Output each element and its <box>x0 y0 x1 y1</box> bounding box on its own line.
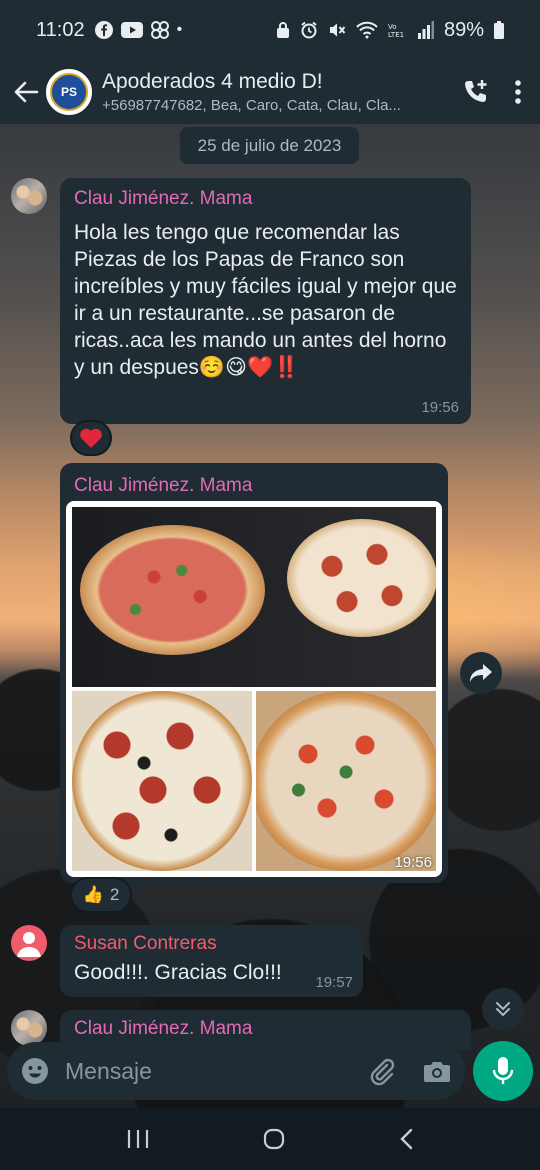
arrow-left-icon <box>14 81 39 103</box>
nav-back-button[interactable] <box>399 1128 413 1150</box>
signal-icon <box>417 21 434 39</box>
pizza-image <box>287 519 436 637</box>
photo-tomato-pizza[interactable] <box>256 691 436 871</box>
alarm-icon <box>301 21 317 39</box>
camera-icon <box>424 1062 450 1082</box>
lte-icon: VoLTE1 <box>388 23 404 39</box>
pizza-image <box>72 691 252 871</box>
back-button[interactable] <box>6 72 46 112</box>
chat-participants: +56987747682, Bea, Caro, Cata, Clau, Cla… <box>102 97 401 114</box>
chevron-left-icon <box>400 1128 413 1150</box>
message-text: Good!!!. Gracias Clo!!! <box>74 961 282 984</box>
message-input-bar <box>7 1042 465 1100</box>
double-chevron-down-icon <box>496 1002 510 1017</box>
attach-button[interactable] <box>367 1056 397 1086</box>
mute-icon <box>329 23 346 37</box>
recent-apps-button[interactable] <box>127 1129 149 1149</box>
message-time: 19:56 <box>421 399 459 416</box>
pinwheel-icon <box>150 21 169 39</box>
more-vertical-icon <box>515 80 521 104</box>
microphone-icon <box>492 1057 514 1084</box>
photo-pepperoni-pizza[interactable] <box>72 691 252 871</box>
group-avatar-logo: PS <box>50 73 88 111</box>
recent-apps-icon <box>127 1130 149 1148</box>
forward-button[interactable] <box>460 652 502 694</box>
emoji-button[interactable] <box>21 1057 49 1085</box>
wifi-icon <box>356 21 378 39</box>
camera-button[interactable] <box>423 1059 451 1083</box>
status-system-icons: Vo LTE1 89% <box>276 19 504 42</box>
chat-title-block[interactable]: Apoderados 4 medio D! +56987747682, Bea,… <box>102 70 432 114</box>
battery-level: 89% <box>443 18 484 41</box>
person-icon <box>17 932 41 957</box>
reaction-count: 2 <box>109 885 120 904</box>
message-bubble[interactable]: Susan Contreras Good!!!. Gracias Clo!!! … <box>60 925 363 997</box>
lock-icon <box>276 22 289 38</box>
app-bar-actions <box>462 78 522 106</box>
emoji-icon <box>22 1058 48 1084</box>
pizza-image <box>256 691 436 871</box>
reaction-badge[interactable]: 👍 2 <box>70 877 132 913</box>
youtube-icon <box>120 22 143 38</box>
sender-name[interactable]: Clau Jiménez. Mama <box>74 1018 457 1040</box>
sender-avatar[interactable] <box>11 925 47 961</box>
photo-album[interactable]: 19:56 <box>66 501 442 877</box>
photo-message-bubble[interactable]: Clau Jiménez. Mama 19:56 <box>60 463 448 883</box>
system-navigation-bar <box>0 1108 540 1170</box>
status-time: 11:02 <box>36 18 85 41</box>
input-actions <box>367 1056 451 1086</box>
phone-plus-icon <box>465 80 487 102</box>
paperclip-icon <box>370 1058 395 1086</box>
forward-arrow-icon <box>470 664 492 682</box>
pizza-image <box>80 525 265 655</box>
home-icon <box>263 1128 285 1150</box>
group-avatar[interactable]: PS <box>46 69 92 115</box>
sender-avatar[interactable] <box>11 1010 47 1046</box>
message-time: 19:57 <box>315 974 353 991</box>
home-button[interactable] <box>263 1128 285 1150</box>
date-separator: 25 de julio de 2023 <box>180 127 359 164</box>
photo-pizzas-before-oven[interactable] <box>72 507 436 687</box>
voice-message-button[interactable] <box>473 1041 533 1101</box>
chat-app-bar: PS Apoderados 4 medio D! +56987747682, B… <box>0 60 540 124</box>
status-notification-icons: • <box>94 21 183 39</box>
battery-icon <box>494 21 504 39</box>
add-call-button[interactable] <box>462 78 490 106</box>
sender-name[interactable]: Clau Jiménez. Mama <box>74 188 457 210</box>
more-options-button[interactable] <box>514 79 522 105</box>
thumbs-up-icon: 👍 <box>82 885 104 904</box>
svg-text:Vo: Vo <box>388 23 397 31</box>
status-dot: • <box>176 21 183 38</box>
chat-title: Apoderados 4 medio D! <box>102 70 323 93</box>
status-bar: 11:02 • Vo LTE1 89% <box>0 0 540 60</box>
scroll-to-bottom-button[interactable] <box>482 988 524 1030</box>
message-input[interactable] <box>65 1057 335 1085</box>
reaction-badge[interactable] <box>70 420 112 456</box>
facebook-icon <box>94 21 113 39</box>
heart-icon <box>80 428 102 448</box>
message-text: Hola les tengo que recomendar las Piezas… <box>74 221 457 379</box>
sender-name[interactable]: Susan Contreras <box>74 933 349 955</box>
svg-text:LTE1: LTE1 <box>388 31 404 39</box>
message-bubble[interactable]: Clau Jiménez. Mama Hola les tengo que re… <box>60 178 471 424</box>
sender-avatar[interactable] <box>11 178 47 214</box>
message-time: 19:56 <box>394 854 432 871</box>
sender-name[interactable]: Clau Jiménez. Mama <box>74 475 442 497</box>
